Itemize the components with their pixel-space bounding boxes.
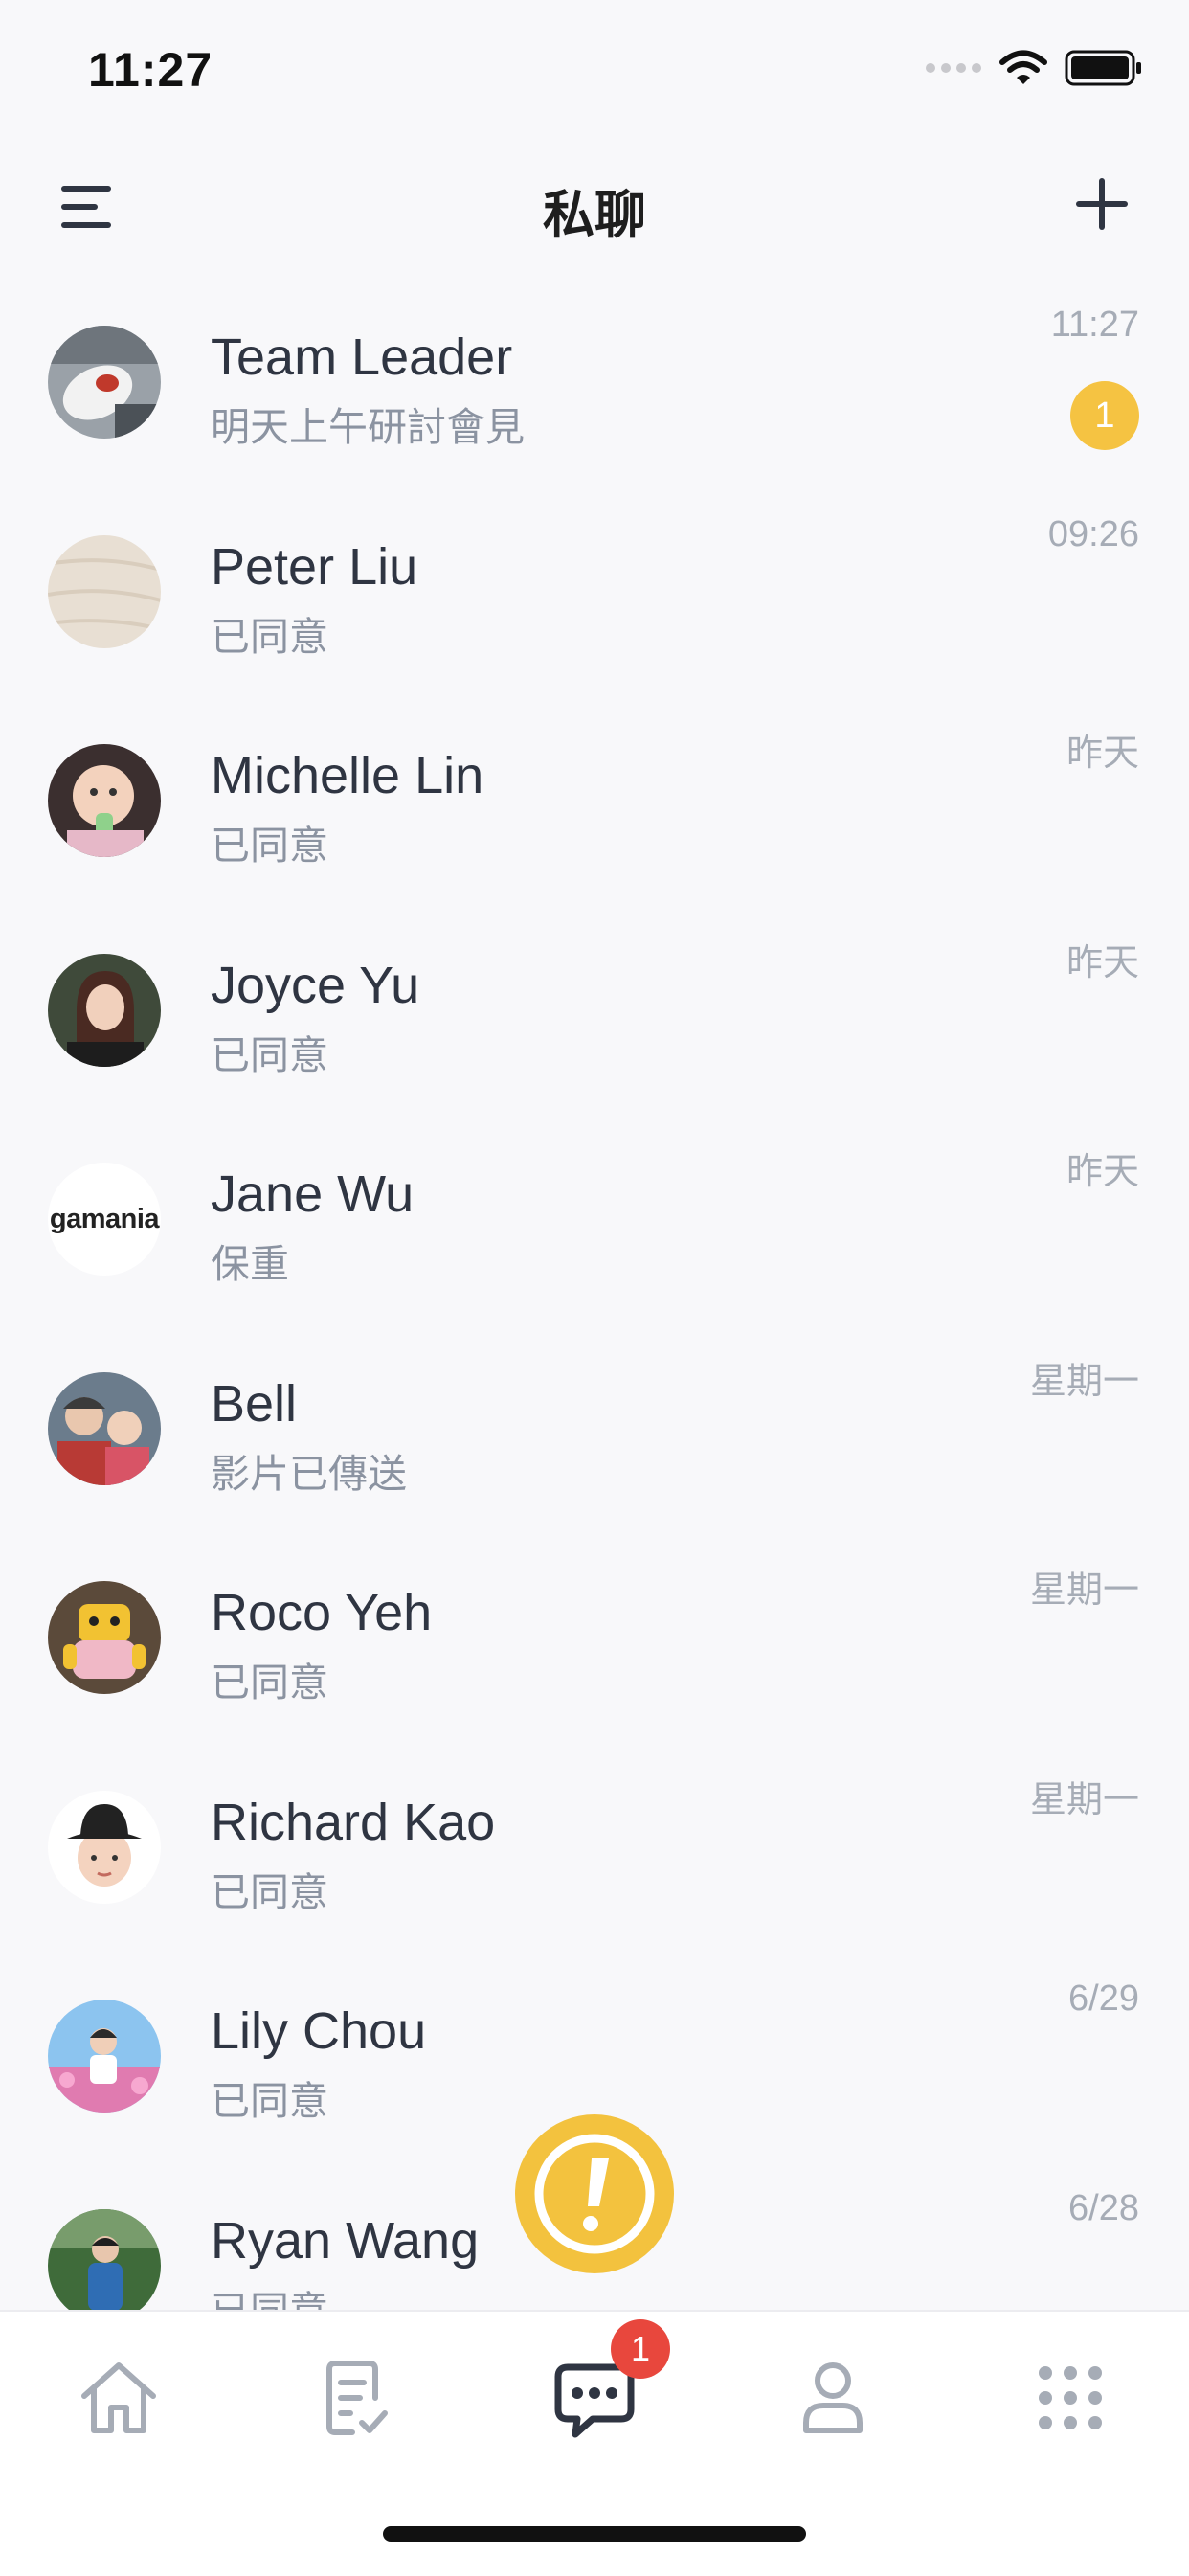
add-icon[interactable] bbox=[1070, 172, 1133, 236]
avatar bbox=[48, 534, 161, 648]
chat-row-team-leader[interactable]: Team Leader 明天上午研討會見 11:27 1 bbox=[0, 299, 1189, 508]
avatar bbox=[48, 1790, 161, 1904]
chat-name: Peter Liu bbox=[211, 537, 418, 596]
chat-row-jane-wu[interactable]: gamania Jane Wu 保重 昨天 bbox=[0, 1136, 1189, 1345]
chat-preview: 已同意 bbox=[211, 1032, 328, 1077]
tab-profile[interactable] bbox=[785, 2350, 881, 2446]
home-indicator bbox=[383, 2526, 806, 2542]
chat-time: 昨天 bbox=[1066, 942, 1139, 983]
chat-preview: 已同意 bbox=[211, 824, 328, 868]
chat-name: Lily Chou bbox=[211, 2002, 427, 2060]
chat-time: 星期一 bbox=[1029, 1779, 1139, 1820]
status-icons bbox=[925, 50, 1143, 86]
nav-bar: 私聊 bbox=[0, 144, 1189, 268]
chat-name: Team Leader bbox=[211, 328, 513, 386]
alert-icon bbox=[534, 2134, 655, 2254]
chat-row-peter-liu[interactable]: Peter Liu 已同意 09:26 bbox=[0, 508, 1189, 718]
chat-preview: 保重 bbox=[211, 1242, 289, 1286]
chat-row-richard-kao[interactable]: Richard Kao 已同意 星期一 bbox=[0, 1764, 1189, 1974]
avatar bbox=[48, 2208, 161, 2310]
battery-icon bbox=[1065, 50, 1141, 86]
avatar-logo-text: gamania bbox=[49, 1203, 160, 1234]
avatar bbox=[48, 953, 161, 1067]
chat-preview: 影片已傳送 bbox=[211, 1451, 407, 1496]
chat-time: 09:26 bbox=[1047, 513, 1139, 554]
tab-badge: 1 bbox=[611, 2319, 670, 2379]
avatar bbox=[48, 1581, 161, 1694]
avatar: gamania bbox=[48, 1163, 161, 1276]
chat-row-joyce-yu[interactable]: Joyce Yu 已同意 昨天 bbox=[0, 927, 1189, 1137]
tab-tasks[interactable] bbox=[308, 2350, 404, 2446]
chat-preview: 已同意 bbox=[211, 2278, 328, 2311]
chat-name: Ryan Wang bbox=[211, 2211, 480, 2270]
chat-time: 星期一 bbox=[1029, 1570, 1139, 1611]
chat-time: 星期一 bbox=[1029, 1361, 1139, 1402]
chat-name: Michelle Lin bbox=[211, 747, 484, 804]
apps-grid-icon bbox=[1039, 2366, 1102, 2429]
signal-icon bbox=[926, 63, 981, 73]
chat-name: Roco Yeh bbox=[211, 1584, 433, 1641]
avatar bbox=[48, 2000, 161, 2113]
tab-apps[interactable] bbox=[1022, 2350, 1118, 2446]
page-title: 私聊 bbox=[543, 187, 646, 244]
avatar bbox=[48, 744, 161, 857]
home-icon bbox=[81, 2362, 156, 2433]
avatar bbox=[48, 1371, 161, 1485]
tasks-icon bbox=[326, 2361, 388, 2435]
avatar bbox=[48, 326, 161, 439]
chat-preview: 已同意 bbox=[211, 1661, 328, 1705]
chat-preview: 已同意 bbox=[211, 2079, 328, 2123]
chat-preview: 明天上午研討會見 bbox=[211, 405, 525, 449]
chat-list: Team Leader 明天上午研討會見 11:27 1 Peter Liu 已… bbox=[0, 299, 1189, 2310]
chat-name: Bell bbox=[211, 1374, 298, 1433]
chat-preview: 已同意 bbox=[211, 614, 328, 659]
chat-name: Richard Kao bbox=[211, 1793, 496, 1851]
status-bar: 11:27 bbox=[0, 0, 1189, 134]
chat-row-roco-yeh[interactable]: Roco Yeh 已同意 星期一 bbox=[0, 1554, 1189, 1764]
tab-home[interactable] bbox=[71, 2350, 167, 2446]
chat-time: 6/29 bbox=[1068, 1978, 1139, 2019]
unread-badge: 1 bbox=[1070, 381, 1139, 450]
chat-name: Joyce Yu bbox=[211, 956, 420, 1014]
profile-icon bbox=[803, 2362, 863, 2433]
chat-time: 6/28 bbox=[1068, 2187, 1139, 2228]
wifi-icon bbox=[999, 50, 1047, 84]
chat-time: 昨天 bbox=[1066, 734, 1139, 774]
chat-preview: 已同意 bbox=[211, 1869, 328, 1914]
chat-time: 11:27 bbox=[1050, 305, 1139, 345]
chat-time: 昨天 bbox=[1066, 1152, 1139, 1192]
chat-name: Jane Wu bbox=[211, 1165, 415, 1223]
chat-row-michelle-lin[interactable]: Michelle Lin 已同意 昨天 bbox=[0, 717, 1189, 927]
status-time: 11:27 bbox=[88, 43, 213, 97]
chat-row-bell[interactable]: Bell 影片已傳送 星期一 bbox=[0, 1345, 1189, 1555]
alert-fab-button[interactable] bbox=[515, 2114, 674, 2273]
